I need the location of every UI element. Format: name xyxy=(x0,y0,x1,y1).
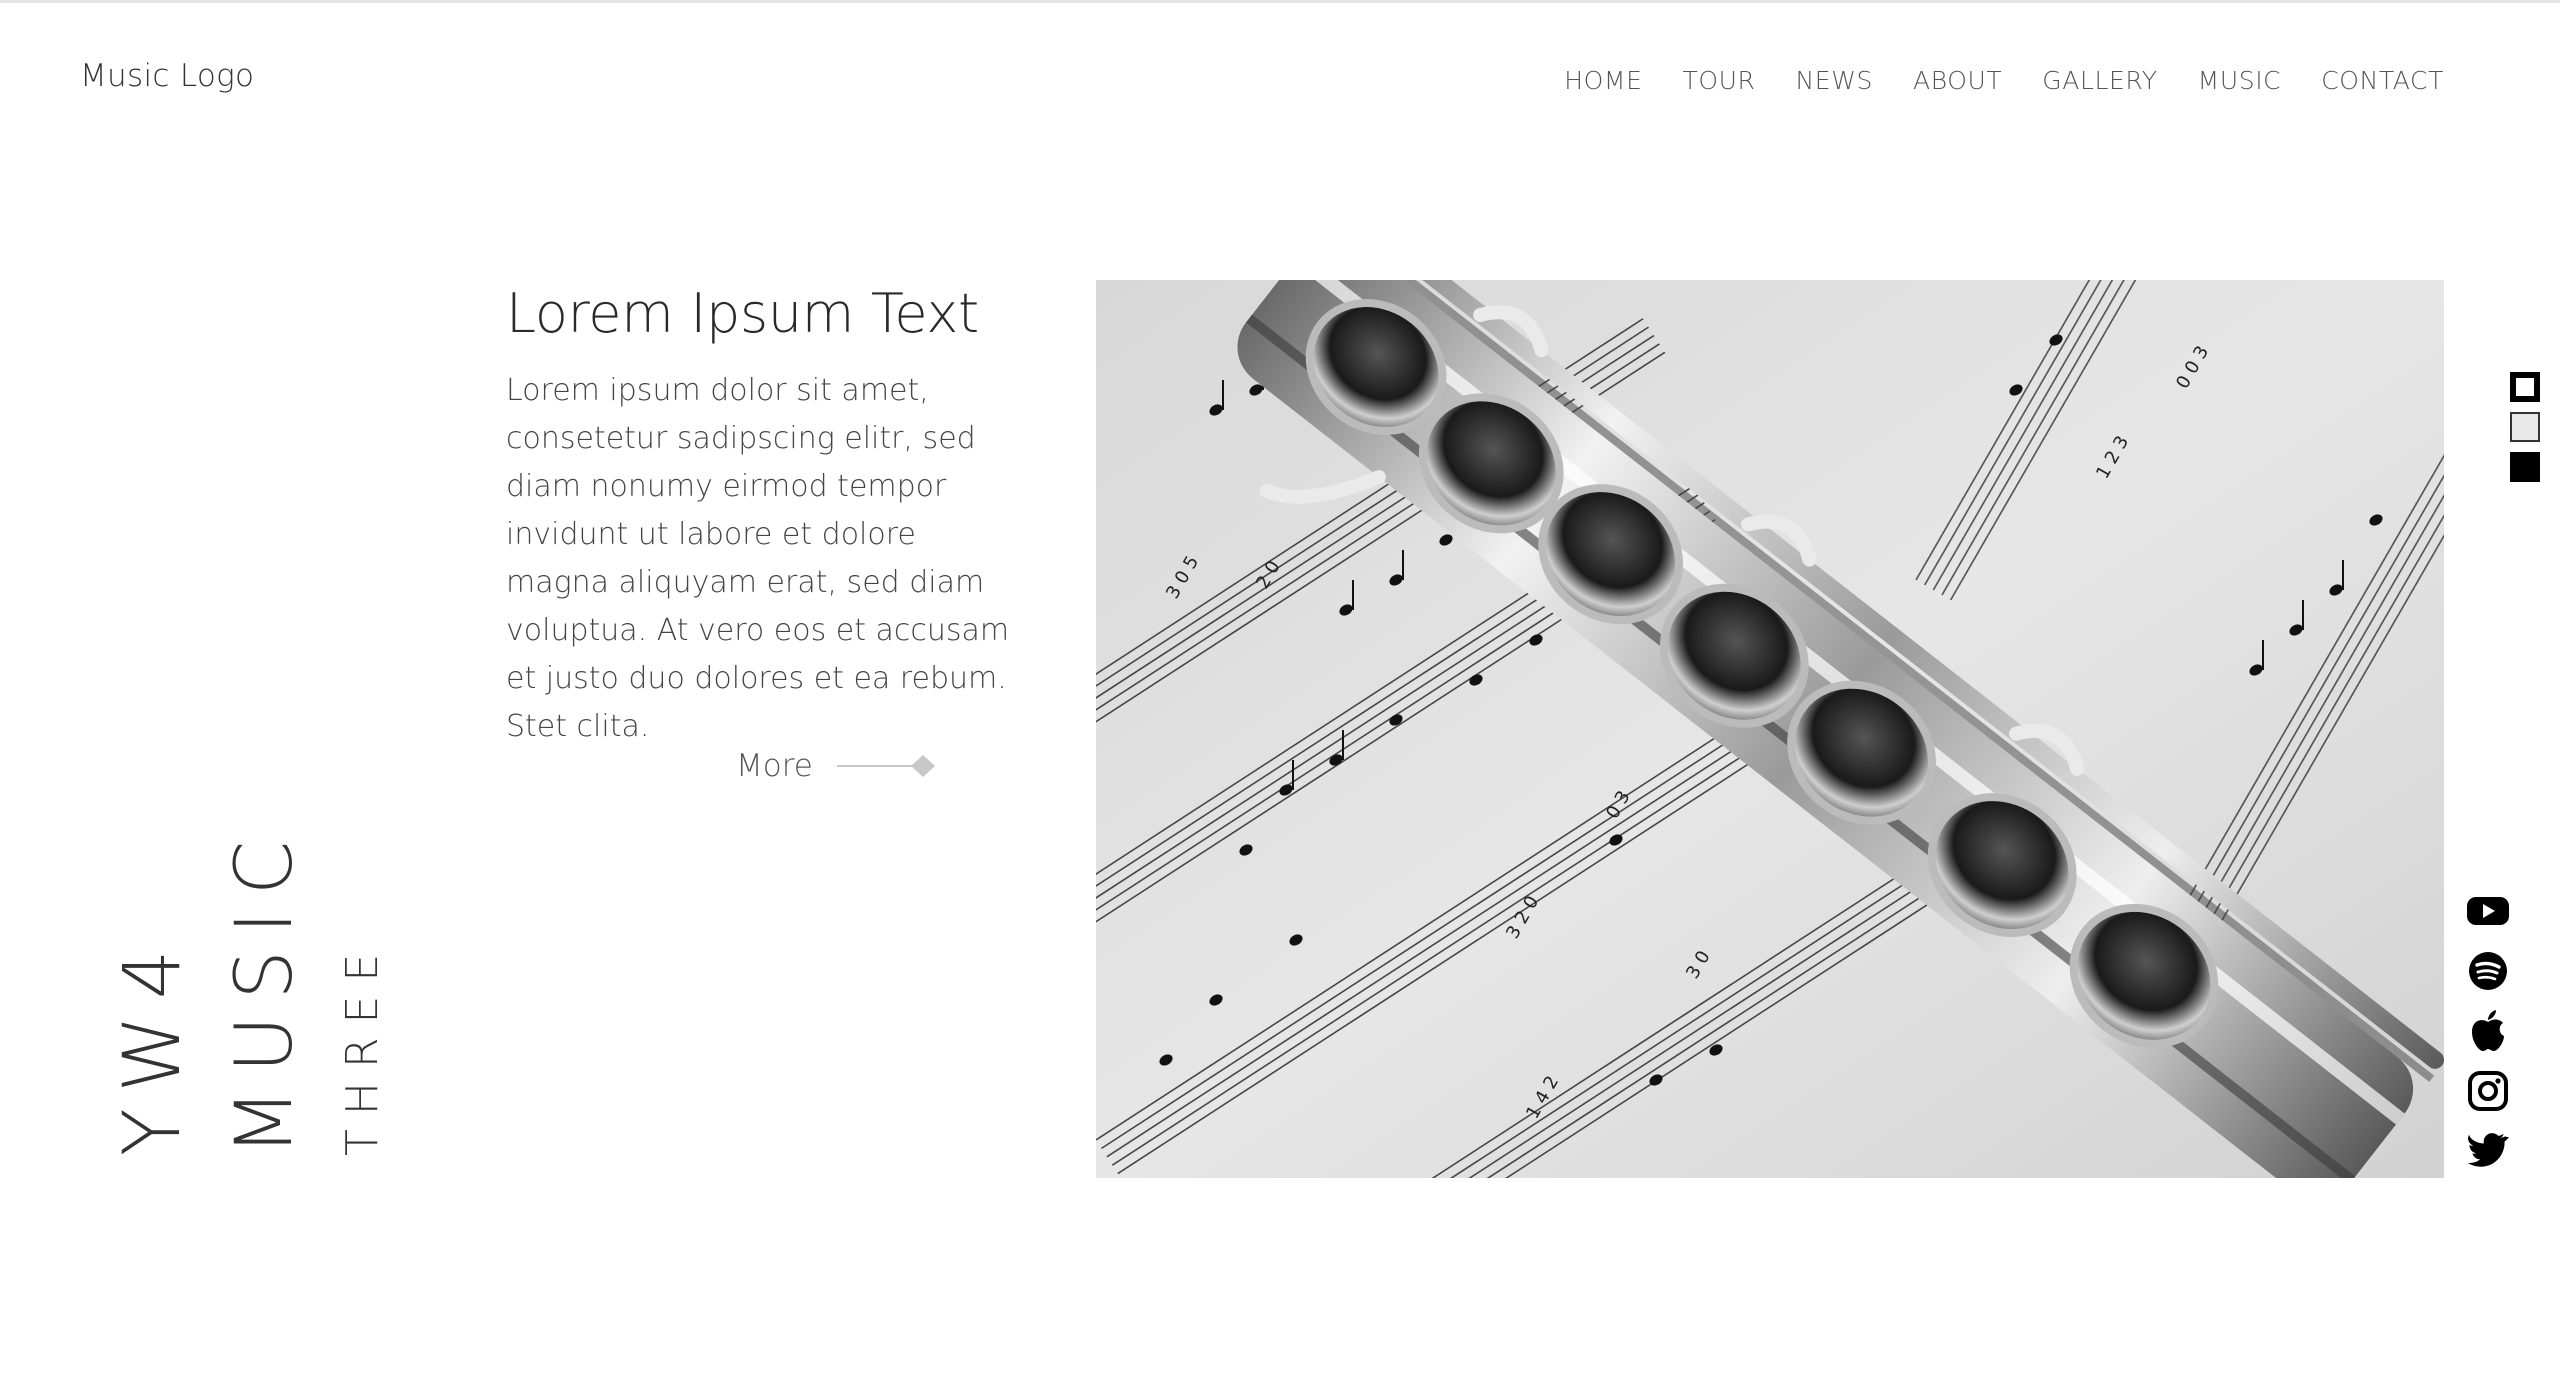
vertical-title-line-2: MUSIC xyxy=(220,824,310,1156)
nav-home[interactable]: HOME xyxy=(1564,66,1642,95)
nav-contact[interactable]: CONTACT xyxy=(2321,66,2444,95)
intro-section: Lorem Ipsum Text Lorem ipsum dolor sit a… xyxy=(506,282,1046,751)
flute-sheet-music-image: 3 0 5 2 0 0 3 3 2 0 0 3 1 4 2 3 0 1 2 3 … xyxy=(1096,280,2444,1178)
more-label: More xyxy=(736,748,813,784)
intro-headline: Lorem Ipsum Text xyxy=(506,282,979,345)
spotify-icon[interactable] xyxy=(2466,950,2510,991)
theme-switcher xyxy=(2510,372,2540,482)
nav-music[interactable]: MUSIC xyxy=(2198,66,2282,95)
light-square-icon[interactable] xyxy=(2510,412,2540,442)
instagram-icon[interactable] xyxy=(2466,1070,2510,1111)
hero-image: 3 0 5 2 0 0 3 3 2 0 0 3 1 4 2 3 0 1 2 3 … xyxy=(1096,280,2444,1178)
main-nav: HOME TOUR NEWS ABOUT GALLERY MUSIC CONTA… xyxy=(1564,66,2444,95)
site-logo[interactable]: Music Logo xyxy=(80,58,254,94)
apple-icon[interactable] xyxy=(2466,1009,2510,1051)
vertical-title-line-1: YW4 xyxy=(108,933,198,1156)
vertical-title: YW4 MUSIC THREE xyxy=(108,825,400,1156)
nav-tour[interactable]: TOUR xyxy=(1682,66,1755,95)
youtube-icon[interactable] xyxy=(2466,890,2510,931)
nav-news[interactable]: NEWS xyxy=(1796,66,1874,95)
more-link[interactable]: More xyxy=(736,748,937,784)
nav-about[interactable]: ABOUT xyxy=(1913,66,2002,95)
top-divider xyxy=(0,0,2560,3)
social-links xyxy=(2466,890,2510,1171)
nav-gallery[interactable]: GALLERY xyxy=(2042,66,2157,95)
diamond-arrow-icon xyxy=(836,755,935,777)
filled-square-icon[interactable] xyxy=(2510,452,2540,482)
vertical-title-line-3: THREE xyxy=(337,939,388,1156)
outlined-square-icon[interactable] xyxy=(2510,372,2540,402)
page: Music Logo HOME TOUR NEWS ABOUT GALLERY … xyxy=(0,0,2560,1382)
intro-body: Lorem ipsum dolor sit amet, consetetur s… xyxy=(506,373,1010,744)
twitter-icon[interactable] xyxy=(2466,1130,2510,1171)
